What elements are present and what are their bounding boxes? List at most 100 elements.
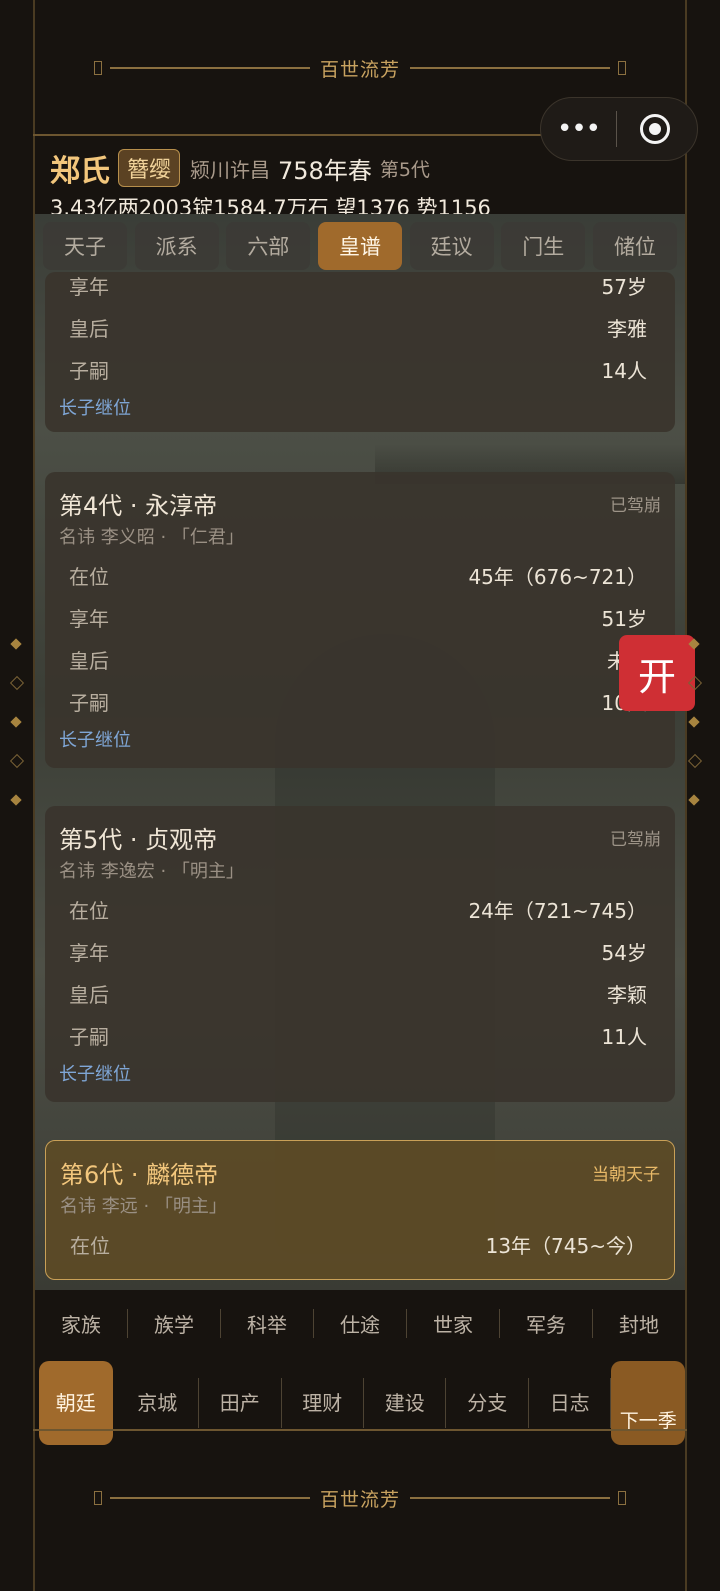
banner-cap-right: [618, 1491, 626, 1505]
bottom-nav-row2: 朝廷 京城 田产 理财 建设 分支 日志 下一季: [35, 1360, 685, 1446]
card-row-lifespan: 享年 57岁: [59, 266, 661, 308]
bottom-divider: [33, 1429, 687, 1431]
card-title-row: 第6代 · 麟德帝 当朝天子: [60, 1155, 660, 1189]
ornament-diamond: [10, 638, 22, 650]
nav-chaoting[interactable]: 朝廷: [39, 1361, 113, 1445]
nav-shijia[interactable]: 世家: [407, 1308, 500, 1338]
emperor-card-gen4[interactable]: 第4代 · 永淳帝 已驾崩 名讳 李义昭 · 「仁君」 在位 45年（676~7…: [45, 472, 675, 768]
close-target-button[interactable]: [617, 114, 692, 144]
row-label: 子嗣: [69, 359, 109, 383]
tab-huangpu[interactable]: 皇谱: [317, 222, 402, 270]
row-label: 皇后: [69, 317, 109, 341]
nav-jingcheng[interactable]: 京城: [117, 1378, 200, 1428]
nav-fenzhi[interactable]: 分支: [446, 1378, 529, 1428]
row-value: 45年（676~721）: [468, 565, 647, 589]
card-row-empress: 皇后 李颖: [59, 974, 661, 1016]
row-value: 11人: [601, 1025, 647, 1049]
card-row-reign: 在位 45年（676~721）: [59, 556, 661, 598]
banner-cap-left: [93, 1491, 102, 1505]
banner-title: 百世流芳: [319, 1488, 400, 1511]
more-dots-icon[interactable]: •••: [541, 114, 616, 144]
banner-line-right: [410, 1497, 610, 1499]
row-value: 51岁: [601, 607, 647, 631]
row-value: 李雅: [607, 317, 647, 341]
ornament-diamond: [687, 675, 703, 691]
side-ornament-left: [9, 610, 25, 834]
banner-line-left: [109, 1497, 310, 1499]
emperor-subtitle: 名讳 李义昭 · 「仁君」: [59, 527, 244, 548]
ornament-diamond: [10, 716, 22, 728]
row-label: 在位: [69, 565, 109, 589]
ornament-diamond: [687, 753, 703, 769]
tab-liubu[interactable]: 六部: [226, 222, 311, 270]
banner-cap-right: [618, 61, 626, 75]
ornament-diamond: [688, 638, 700, 650]
nav-junwu[interactable]: 军务: [500, 1308, 593, 1338]
emperor-status: 当朝天子: [592, 1164, 660, 1185]
nav-jianshe[interactable]: 建设: [364, 1378, 447, 1428]
row-value: 24年（721~745）: [468, 899, 647, 923]
nav-zuxue[interactable]: 族学: [128, 1308, 221, 1338]
nav-licai[interactable]: 理财: [282, 1378, 364, 1428]
next-season-button[interactable]: 下一季: [611, 1361, 685, 1445]
card-row-children: 子嗣 10人: [59, 682, 661, 724]
bottom-banner: 百世流芳: [35, 1438, 685, 1558]
family-origin: 颍川许昌: [190, 157, 271, 182]
card-row-empress: 皇后 李雅: [59, 308, 661, 350]
court-tabs: 天子 派系 六部 皇谱 廷议 门生 储位: [43, 222, 677, 272]
frame-right-border: [685, 0, 687, 1591]
card-row-reign: 在位 13年（745~今）: [60, 1225, 660, 1267]
row-value: 李颖: [607, 983, 647, 1007]
rank-badge[interactable]: 簪缨: [118, 149, 181, 187]
nav-fengdi[interactable]: 封地: [593, 1309, 685, 1338]
row-value: 13年（745~今）: [485, 1234, 646, 1258]
row-label: 在位: [69, 899, 109, 923]
row-label: 子嗣: [69, 691, 109, 715]
row-label: 享年: [69, 941, 109, 965]
emperor-subtitle: 名讳 李逸宏 · 「明主」: [59, 861, 244, 882]
succession-label: 长子继位: [59, 1064, 131, 1085]
emperor-title: 第6代 · 麟德帝: [60, 1160, 219, 1189]
emperor-subtitle: 名讳 李远 · 「明主」: [60, 1196, 227, 1217]
card-title-row: 第5代 · 贞观帝 已驾崩: [59, 820, 661, 854]
row-value: 14人: [601, 359, 647, 383]
ornament-diamond: [9, 675, 25, 691]
row-label: 皇后: [69, 649, 109, 673]
nav-jiazu[interactable]: 家族: [35, 1308, 128, 1338]
tab-mensheng[interactable]: 门生: [501, 222, 586, 270]
card-row-children: 子嗣 11人: [59, 1016, 661, 1058]
ornament-diamond: [688, 794, 700, 806]
tab-chuwei[interactable]: 储位: [592, 222, 677, 270]
tab-tianzi[interactable]: 天子: [43, 222, 127, 270]
tab-tingyi[interactable]: 廷议: [409, 222, 494, 270]
succession-label: 长子继位: [59, 398, 131, 419]
row-label: 子嗣: [69, 1025, 109, 1049]
succession-label: 长子继位: [59, 730, 131, 751]
ornament-diamond: [9, 753, 25, 769]
card-row-lifespan: 享年 51岁: [59, 598, 661, 640]
row-label: 享年: [69, 607, 109, 631]
card-row-empress: 皇后 未立: [59, 640, 661, 682]
card-title-row: 第4代 · 永淳帝 已驾崩: [59, 486, 661, 520]
row-label: 皇后: [69, 983, 109, 1007]
card-row-children: 子嗣 14人: [59, 350, 661, 392]
tab-paixi[interactable]: 派系: [134, 222, 219, 270]
emperor-status: 已驾崩: [610, 495, 661, 516]
side-ornament-right: [687, 610, 703, 834]
miniprogram-capsule: •••: [540, 97, 698, 161]
row-value: 54岁: [601, 941, 647, 965]
generation-label: 第5代: [379, 158, 430, 181]
target-icon: [639, 114, 670, 144]
banner-cap-left: [93, 61, 102, 75]
open-float-button[interactable]: 开: [619, 635, 695, 711]
bottom-nav-row1: 家族 族学 科举 仕途 世家 军务 封地: [35, 1300, 685, 1346]
nav-shitu[interactable]: 仕途: [314, 1308, 407, 1338]
nav-tianchan[interactable]: 田产: [199, 1378, 282, 1428]
year-season: 758年春: [278, 156, 372, 185]
emperor-card-gen5[interactable]: 第5代 · 贞观帝 已驾崩 名讳 李逸宏 · 「明主」 在位 24年（721~7…: [45, 806, 675, 1102]
row-label: 在位: [70, 1234, 110, 1258]
emperor-card-gen6-current[interactable]: 第6代 · 麟德帝 当朝天子 名讳 李远 · 「明主」 在位 13年（745~今…: [45, 1140, 675, 1280]
nav-rizhi[interactable]: 日志: [529, 1378, 612, 1428]
banner-line-right: [410, 67, 610, 69]
nav-keju[interactable]: 科举: [221, 1308, 314, 1338]
